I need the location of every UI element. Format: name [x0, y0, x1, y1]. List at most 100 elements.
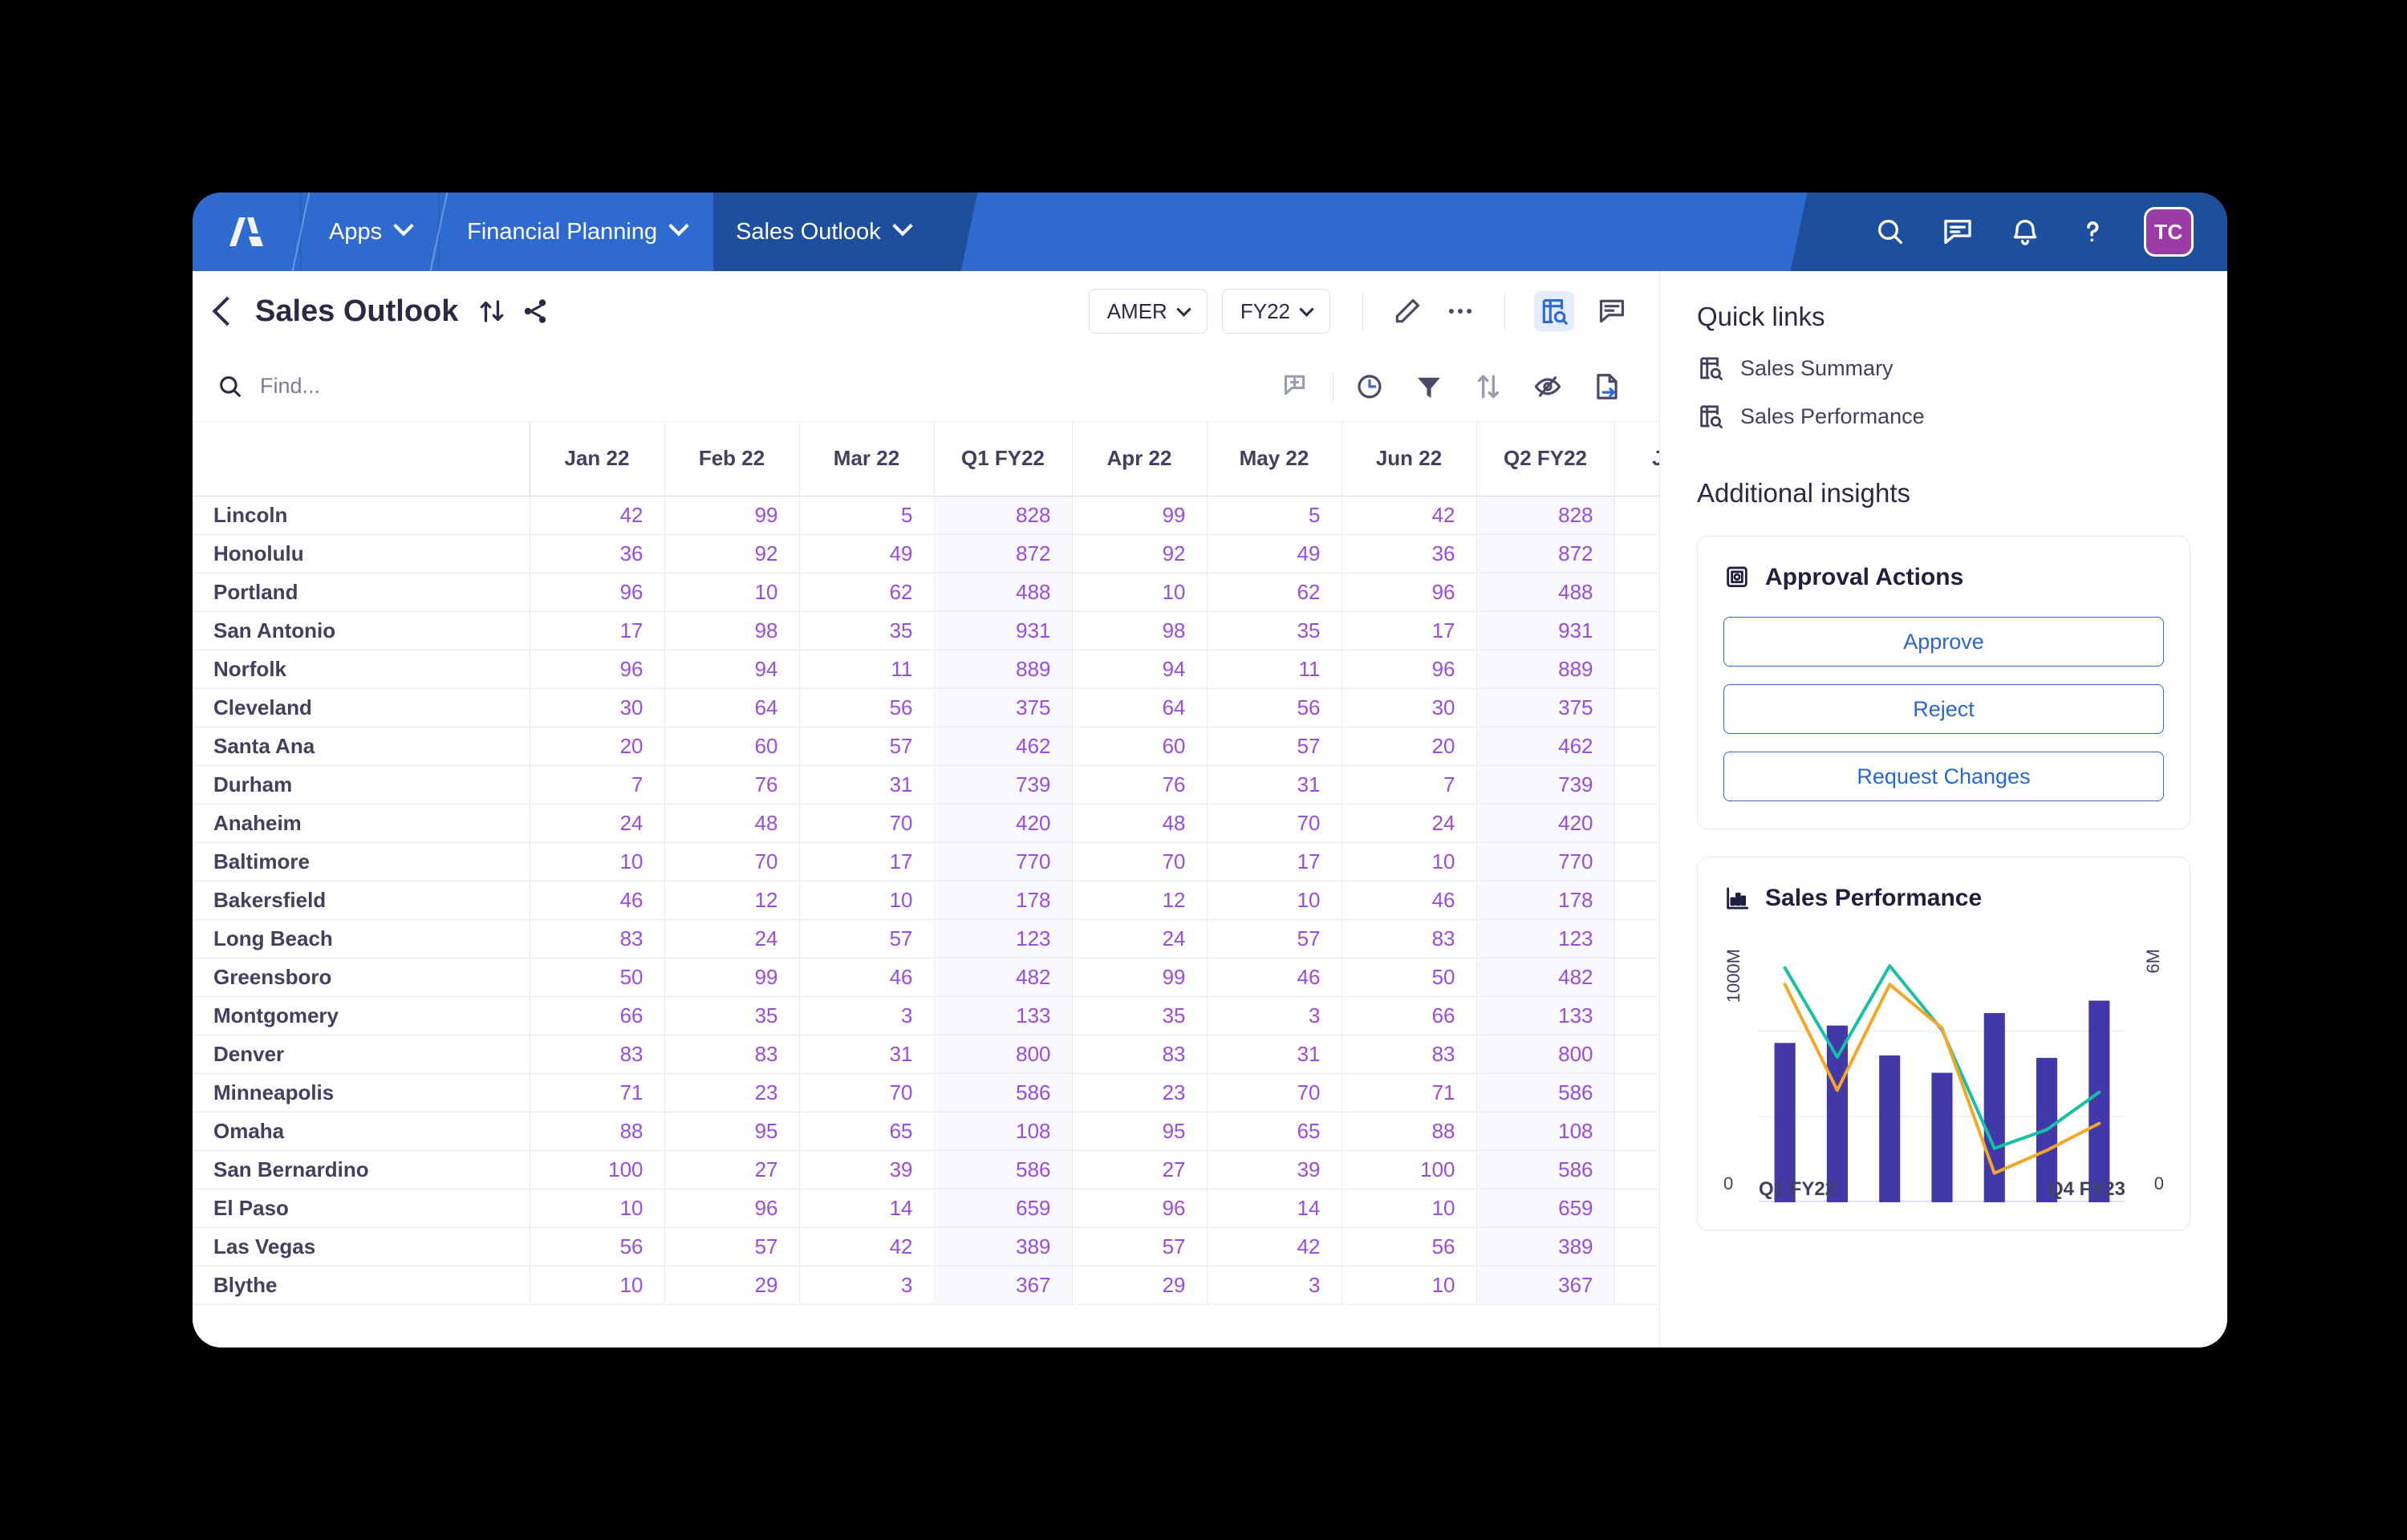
grid-cell[interactable]: 98 — [664, 611, 800, 650]
grid-cell[interactable]: 94 — [664, 650, 800, 689]
grid-cell[interactable]: 49 — [799, 534, 935, 573]
grid-cell[interactable]: 42 — [799, 1227, 935, 1266]
grid-cell[interactable]: 31 — [799, 765, 935, 804]
row-label[interactable]: Omaha — [193, 1112, 530, 1151]
grid-cell[interactable]: 31 — [1614, 765, 1659, 804]
grid-cell[interactable]: 108 — [1476, 1112, 1615, 1151]
grid-cell[interactable]: 57 — [1207, 727, 1342, 766]
row-label[interactable]: Lincoln — [193, 496, 530, 535]
grid-cell[interactable]: 71 — [530, 1073, 665, 1112]
sort-updown-icon[interactable] — [477, 297, 506, 326]
grid-cell[interactable]: 586 — [934, 1073, 1073, 1112]
grid-cell[interactable]: 57 — [1614, 727, 1659, 766]
grid-cell[interactable]: 872 — [1476, 534, 1615, 573]
grid-cell[interactable]: 49 — [1614, 534, 1659, 573]
grid-cell[interactable]: 39 — [1207, 1150, 1342, 1189]
grid-cell[interactable]: 800 — [1476, 1035, 1615, 1074]
history-clock-icon[interactable] — [1354, 371, 1385, 402]
grid-cell[interactable]: 64 — [1072, 688, 1208, 727]
grid-cell[interactable]: 46 — [530, 881, 665, 920]
grid-cell[interactable]: 76 — [1072, 765, 1208, 804]
grid-cell[interactable]: 3 — [1207, 1266, 1342, 1305]
grid-cell[interactable]: 24 — [664, 919, 800, 958]
grid-cell[interactable]: 96 — [664, 1189, 800, 1228]
column-header-may-22[interactable]: May 22 — [1207, 422, 1342, 496]
grid-cell[interactable]: 83 — [530, 919, 665, 958]
grid-cell[interactable]: 62 — [1614, 573, 1659, 612]
grid-cell[interactable]: 39 — [799, 1150, 935, 1189]
grid-cell[interactable]: 586 — [1476, 1073, 1615, 1112]
grid-cell[interactable]: 92 — [1072, 534, 1208, 573]
grid-cell[interactable]: 14 — [1614, 1189, 1659, 1228]
grid-cell[interactable]: 56 — [1207, 688, 1342, 727]
grid-cell[interactable]: 42 — [1614, 1227, 1659, 1266]
table-row[interactable]: Lincoln42995828995428285 — [193, 496, 1659, 535]
grid-cell[interactable]: 123 — [934, 919, 1073, 958]
grid-cell[interactable]: 39 — [1614, 1150, 1659, 1189]
hide-eye-icon[interactable] — [1532, 371, 1563, 402]
row-label[interactable]: Montgomery — [193, 996, 530, 1035]
row-label[interactable]: Cleveland — [193, 688, 530, 727]
grid-cell[interactable]: 178 — [1476, 881, 1615, 920]
grid-cell[interactable]: 11 — [799, 650, 935, 689]
grid-cell[interactable]: 96 — [530, 573, 665, 612]
grid-cell[interactable]: 30 — [530, 688, 665, 727]
grid-cell[interactable]: 10 — [1342, 1266, 1477, 1305]
grid-cell[interactable]: 95 — [664, 1112, 800, 1151]
grid-cell[interactable]: 770 — [1476, 842, 1615, 881]
grid-cell[interactable]: 60 — [664, 727, 800, 766]
quick-link-sales-performance[interactable]: Sales Performance — [1697, 403, 2190, 430]
grid-cell[interactable]: 92 — [664, 534, 800, 573]
grid-cell[interactable]: 7 — [530, 765, 665, 804]
grid-cell[interactable]: 17 — [1342, 611, 1477, 650]
grid-cell[interactable]: 42 — [1207, 1227, 1342, 1266]
region-filter-dropdown[interactable]: AMER — [1088, 289, 1208, 334]
grid-cell[interactable]: 88 — [530, 1112, 665, 1151]
table-row[interactable]: Anaheim24487042048702442070 — [193, 804, 1659, 843]
grid-cell[interactable]: 70 — [799, 804, 935, 843]
grid-cell[interactable]: 35 — [1207, 611, 1342, 650]
grid-cell[interactable]: 24 — [1342, 804, 1477, 843]
grid-cell[interactable]: 482 — [1476, 958, 1615, 997]
table-row[interactable]: Santa Ana20605746260572046257 — [193, 727, 1659, 766]
grid-cell[interactable]: 20 — [530, 727, 665, 766]
grid-cell[interactable]: 98 — [1072, 611, 1208, 650]
grid-cell[interactable]: 11 — [1614, 650, 1659, 689]
table-row[interactable]: Greensboro50994648299465048246 — [193, 958, 1659, 997]
grid-cell[interactable]: 3 — [1207, 996, 1342, 1035]
pencil-icon[interactable] — [1392, 296, 1423, 326]
grid-cell[interactable]: 99 — [1072, 958, 1208, 997]
grid-cell[interactable]: 10 — [530, 842, 665, 881]
grid-cell[interactable]: 57 — [799, 727, 935, 766]
grid-cell[interactable]: 770 — [934, 842, 1073, 881]
grid-cell[interactable]: 24 — [530, 804, 665, 843]
grid-cell[interactable]: 420 — [1476, 804, 1615, 843]
grid-cell[interactable]: 56 — [530, 1227, 665, 1266]
row-label[interactable]: Long Beach — [193, 919, 530, 958]
grid-cell[interactable]: 7 — [1342, 765, 1477, 804]
grid-cell[interactable]: 10 — [530, 1189, 665, 1228]
grid-cell[interactable]: 178 — [934, 881, 1073, 920]
grid-cell[interactable]: 3 — [1614, 1266, 1659, 1305]
grid-cell[interactable]: 99 — [1072, 496, 1208, 535]
grid-cell[interactable]: 29 — [1072, 1266, 1208, 1305]
row-label[interactable]: Greensboro — [193, 958, 530, 997]
grid-cell[interactable]: 739 — [934, 765, 1073, 804]
table-row[interactable]: Minneapolis71237058623707158670 — [193, 1073, 1659, 1112]
table-row[interactable]: Honolulu36924987292493687249 — [193, 534, 1659, 573]
grid-cell[interactable]: 35 — [799, 611, 935, 650]
table-row[interactable]: Montgomery66353133353661333 — [193, 996, 1659, 1035]
grid-cell[interactable]: 10 — [530, 1266, 665, 1305]
grid-cell[interactable]: 65 — [1614, 1112, 1659, 1151]
grid-cell[interactable]: 3 — [799, 996, 935, 1035]
grid-cell[interactable]: 420 — [934, 804, 1073, 843]
grid-cell[interactable]: 659 — [934, 1189, 1073, 1228]
grid-cell[interactable]: 36 — [530, 534, 665, 573]
grid-cell[interactable]: 23 — [1072, 1073, 1208, 1112]
grid-cell[interactable]: 62 — [1207, 573, 1342, 612]
grid-cell[interactable]: 133 — [934, 996, 1073, 1035]
grid-cell[interactable]: 889 — [1476, 650, 1615, 689]
grid-cell[interactable]: 10 — [1342, 1189, 1477, 1228]
grid-cell[interactable]: 5 — [799, 496, 935, 535]
grid-cell[interactable]: 586 — [1476, 1150, 1615, 1189]
